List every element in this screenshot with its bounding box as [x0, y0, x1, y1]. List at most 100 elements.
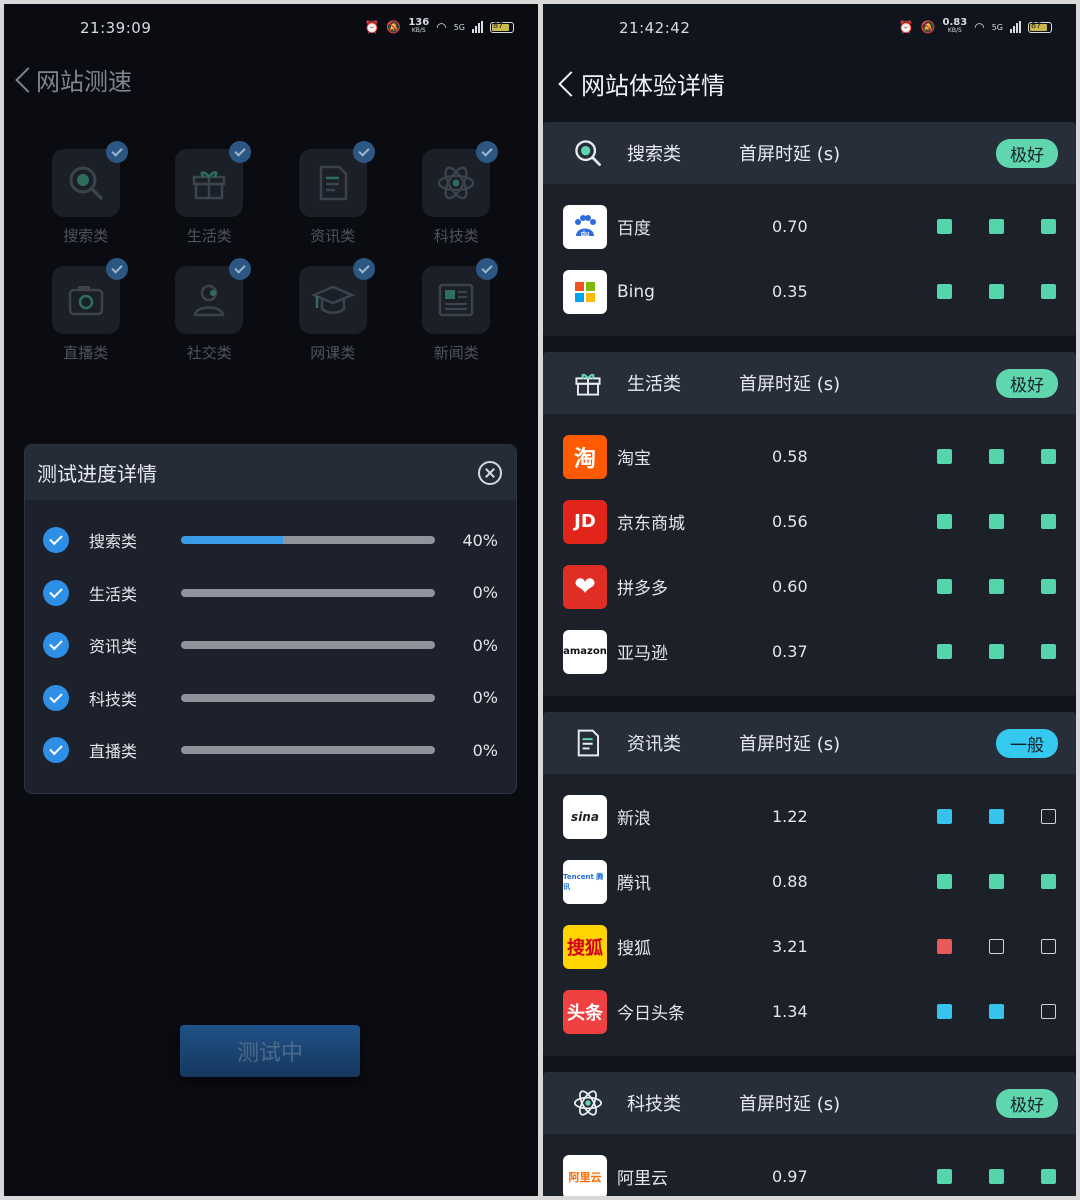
graduation-cap-icon: [298, 258, 375, 334]
progress-percent: 0%: [472, 635, 498, 655]
bing-logo: [563, 269, 607, 314]
checkmark-icon[interactable]: [43, 737, 69, 764]
section-header: 搜索类 首屏时延 (s) 极好: [543, 122, 1076, 184]
metric-label: 首屏时延 (s): [739, 1094, 841, 1115]
progress-bar: [181, 641, 435, 650]
back-icon[interactable]: [14, 66, 30, 94]
quality-indicator: [1041, 284, 1056, 299]
site-latency: 0.56: [772, 512, 808, 531]
progress-percent: 0%: [472, 688, 498, 708]
checkmark-icon[interactable]: [43, 684, 69, 711]
quality-indicator: [989, 284, 1004, 299]
site-row[interactable]: JD 京东商城 0.56: [543, 489, 1076, 554]
site-latency: 0.58: [772, 447, 808, 466]
progress-bar: [181, 536, 435, 545]
page-title: 网站体验详情: [581, 72, 725, 100]
checkmark-icon[interactable]: [43, 579, 69, 606]
site-row[interactable]: ❤ 拼多多 0.60: [543, 554, 1076, 619]
quality-indicator: [937, 874, 952, 889]
result-section: 科技类 首屏时延 (s) 极好 阿里云 阿里云 0.97: [543, 1072, 1076, 1196]
quality-indicators: [937, 809, 1056, 824]
category-item[interactable]: 直播类: [24, 258, 148, 363]
section-body: 阿里云 阿里云 0.97: [543, 1134, 1076, 1196]
quality-indicator: [937, 809, 952, 824]
site-name: 新浪: [617, 809, 651, 829]
category-item[interactable]: 搜索类: [24, 141, 148, 246]
section-name: 搜索类: [627, 144, 681, 165]
quality-indicator: [937, 579, 952, 594]
quality-indicator: [989, 874, 1004, 889]
site-name: 淘宝: [617, 449, 651, 469]
category-item[interactable]: 社交类: [148, 258, 272, 363]
quality-indicator: [989, 514, 1004, 529]
category-item[interactable]: 资讯类: [271, 141, 395, 246]
quality-indicator: [1041, 809, 1056, 824]
checkmark-icon[interactable]: [43, 527, 69, 554]
camera-icon: [51, 258, 128, 334]
checkmark-icon[interactable]: [43, 632, 69, 659]
site-latency: 1.22: [772, 807, 808, 826]
signal-icon: [472, 21, 483, 33]
site-row[interactable]: 淘 淘宝 0.58: [543, 424, 1076, 489]
metric-label: 首屏时延 (s): [739, 144, 841, 165]
baidu-logo: du: [563, 204, 607, 249]
quality-indicator: [989, 644, 1004, 659]
category-item[interactable]: 生活类: [148, 141, 272, 246]
mute-icon: 🔕: [386, 20, 402, 34]
site-row[interactable]: 头条 今日头条 1.34: [543, 979, 1076, 1044]
site-row[interactable]: Tencent 腾讯 腾讯 0.88: [543, 849, 1076, 914]
site-row[interactable]: sina 新浪 1.22: [543, 784, 1076, 849]
site-name: 亚马逊: [617, 644, 668, 664]
modal-header: 测试进度详情: [25, 445, 516, 500]
quality-indicator: [937, 1169, 952, 1184]
checkmark-icon: [105, 141, 128, 163]
back-icon[interactable]: [557, 70, 573, 98]
rating-badge: 一般: [996, 728, 1058, 758]
quality-indicator: [1041, 874, 1056, 889]
battery-icon: 87: [490, 21, 514, 33]
quality-indicator: [989, 579, 1004, 594]
checkmark-icon: [352, 141, 375, 163]
site-logo: 头条: [563, 989, 607, 1034]
site-latency: 0.70: [772, 217, 808, 236]
quality-indicators: [937, 579, 1056, 594]
page-title: 网站测速: [36, 68, 132, 96]
site-row[interactable]: 搜狐 搜狐 3.21: [543, 914, 1076, 979]
section-name: 生活类: [627, 374, 681, 395]
progress-bar: [181, 588, 435, 597]
progress-percent: 0%: [472, 740, 498, 760]
category-item[interactable]: 新闻类: [395, 258, 519, 363]
site-latency: 0.37: [772, 642, 808, 661]
status-icons: ⏰ 🔕 136 KB/S ◠ 5G 87: [364, 18, 514, 35]
site-row[interactable]: Bing 0.35: [543, 259, 1076, 324]
site-row[interactable]: amazon 亚马逊 0.37: [543, 619, 1076, 684]
page-header: 网站体验详情: [557, 66, 725, 101]
site-name: 拼多多: [617, 579, 668, 599]
user-icon: [175, 258, 252, 334]
progress-label: 科技类: [89, 689, 138, 709]
quality-indicators: [937, 219, 1056, 234]
progress-fill: [181, 536, 283, 545]
site-name: 搜狐: [617, 939, 651, 959]
category-label: 资讯类: [310, 227, 356, 245]
metric-label: 首屏时延 (s): [739, 374, 841, 395]
search-icon: [571, 136, 605, 170]
quality-indicator: [989, 449, 1004, 464]
testing-button[interactable]: 测试中: [180, 1025, 360, 1077]
category-item[interactable]: 网课类: [271, 258, 395, 363]
gift-icon: [571, 366, 605, 400]
quality-indicator: [989, 939, 1004, 954]
rating-badge: 极好: [996, 368, 1058, 398]
close-icon[interactable]: [478, 460, 502, 485]
net-type: 5G: [991, 22, 1003, 32]
net-type: 5G: [453, 22, 465, 32]
category-item[interactable]: 科技类: [395, 141, 519, 246]
site-row[interactable]: 阿里云 阿里云 0.97: [543, 1144, 1076, 1196]
category-label: 科技类: [433, 227, 479, 245]
progress-row: 资讯类 0%: [25, 619, 516, 672]
site-row[interactable]: du 百度 0.70: [543, 194, 1076, 259]
checkmark-icon: [476, 258, 499, 280]
quality-indicator: [1041, 514, 1056, 529]
section-body: du 百度 0.70 Bing 0.35: [543, 184, 1076, 336]
quality-indicators: [937, 1004, 1056, 1019]
